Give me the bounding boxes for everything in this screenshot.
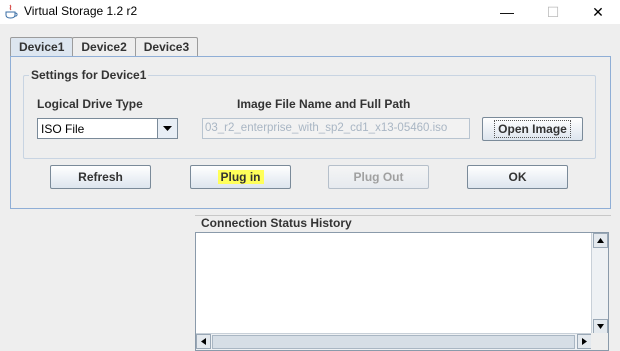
horizontal-scrollbar[interactable] (196, 333, 592, 350)
connection-status-panel: Connection Status History (195, 212, 611, 351)
minimize-button[interactable]: — (484, 0, 530, 24)
plug-out-button: Plug Out (328, 165, 429, 189)
drive-type-label: Logical Drive Type (37, 97, 143, 111)
drive-type-select[interactable]: ISO File (37, 118, 178, 139)
scrollbar-corner (591, 333, 608, 350)
window-title: Virtual Storage 1.2 r2 (24, 4, 138, 18)
drive-type-value: ISO File (41, 122, 85, 136)
arrow-up-icon[interactable] (593, 233, 608, 248)
chevron-down-icon[interactable] (157, 119, 177, 138)
image-path-label: Image File Name and Full Path (237, 97, 411, 111)
arrow-right-icon[interactable] (577, 334, 592, 349)
ok-button[interactable]: OK (467, 165, 568, 189)
arrow-left-icon[interactable] (196, 334, 211, 349)
device-tabs: Device1 Device2 Device3 (10, 37, 199, 58)
open-image-button[interactable]: Open Image (482, 117, 583, 141)
image-path-value: 03_r2_enterprise_with_sp2_cd1_x13-05460.… (205, 122, 448, 134)
settings-group-title: Settings for Device1 (29, 68, 149, 82)
open-image-label: Open Image (494, 120, 571, 138)
minimize-icon: — (500, 4, 514, 20)
image-path-field[interactable]: 03_r2_enterprise_with_sp2_cd1_x13-05460.… (202, 118, 470, 139)
refresh-button[interactable]: Refresh (50, 165, 151, 189)
plug-in-label: Plug in (217, 170, 264, 184)
horizontal-scroll-thumb[interactable] (212, 335, 575, 349)
plug-in-button[interactable]: Plug in (190, 165, 291, 189)
ok-label: OK (508, 170, 527, 184)
status-history-text-area[interactable] (195, 232, 609, 351)
title-bar: Virtual Storage 1.2 r2 — ☐ ✕ (0, 0, 620, 24)
tab-device2[interactable]: Device2 (72, 37, 136, 57)
tab-device1[interactable]: Device1 (10, 37, 74, 58)
java-cup-icon (4, 4, 18, 19)
device-tab-panel: Settings for Device1 Logical Drive Type … (10, 56, 611, 209)
close-button[interactable]: ✕ (575, 0, 620, 24)
maximize-button[interactable]: ☐ (530, 0, 576, 24)
tab-device3[interactable]: Device3 (134, 37, 199, 57)
refresh-label: Refresh (78, 170, 123, 184)
arrow-down-icon[interactable] (593, 319, 608, 334)
status-title: Connection Status History (201, 216, 352, 230)
plug-out-label: Plug Out (353, 170, 404, 184)
maximize-icon: ☐ (546, 3, 560, 20)
vertical-scrollbar[interactable] (591, 233, 608, 334)
close-icon: ✕ (592, 3, 604, 20)
